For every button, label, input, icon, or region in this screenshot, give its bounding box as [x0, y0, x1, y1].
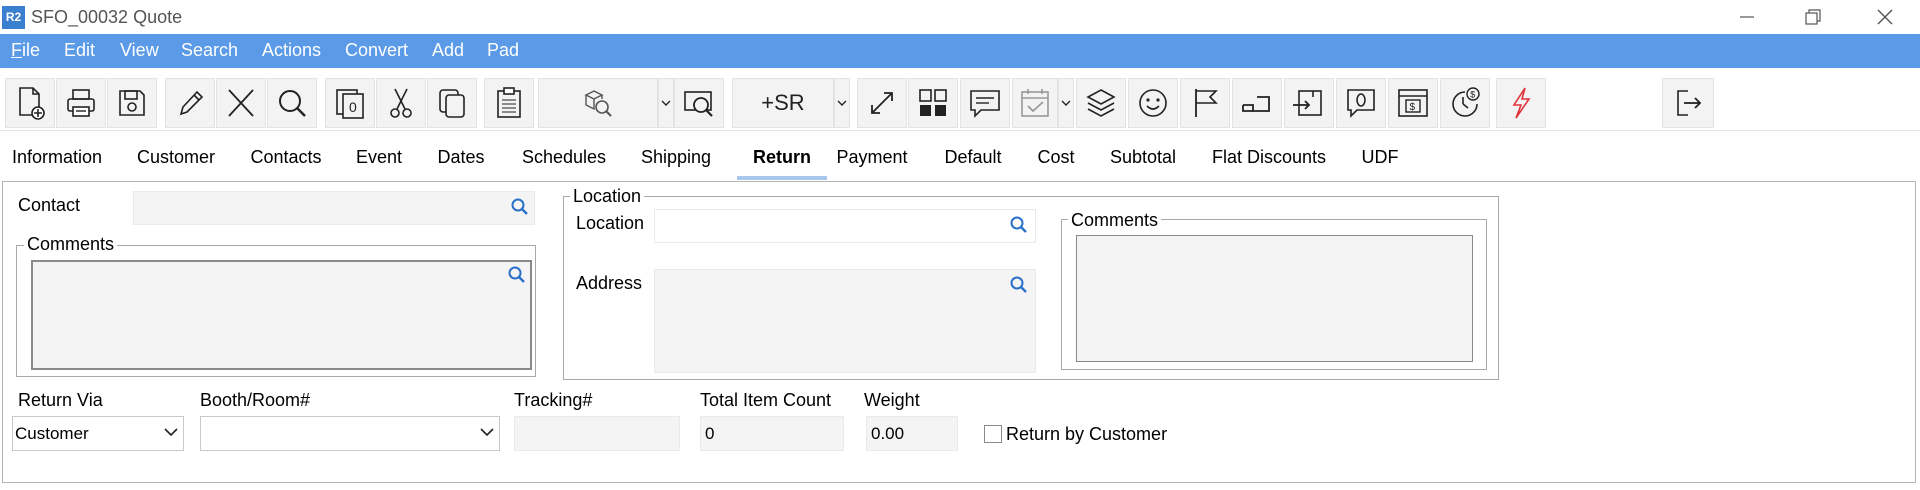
location-field[interactable] [654, 209, 1036, 243]
find-preview-icon[interactable] [674, 78, 724, 128]
tab-flat-discounts[interactable]: Flat Discounts [1206, 134, 1332, 180]
return-via-select[interactable]: Customer [12, 416, 184, 451]
booth-room-label: Booth/Room# [200, 390, 311, 410]
minimize-icon[interactable] [1732, 4, 1760, 30]
chevron-down-icon [164, 428, 178, 437]
save-icon[interactable] [107, 78, 157, 128]
return-via-label: Return Via [18, 390, 103, 410]
chat-bubble-icon[interactable] [1336, 78, 1386, 128]
flag-icon[interactable] [1180, 78, 1230, 128]
menu-pad[interactable]: Pad [487, 40, 519, 61]
chevron-down-icon[interactable] [834, 78, 850, 128]
tab-return[interactable]: Return [737, 134, 827, 180]
tracking-field[interactable] [514, 416, 680, 451]
cut-icon[interactable] [376, 78, 426, 128]
menu-search[interactable]: Search [181, 40, 238, 61]
restore-icon[interactable] [1798, 4, 1826, 30]
new-document-icon[interactable] [5, 78, 55, 128]
expand-icon[interactable] [857, 78, 907, 128]
edit-pencil-icon[interactable] [165, 78, 215, 128]
menu-convert[interactable]: Convert [345, 40, 408, 61]
comments-search-icon[interactable] [507, 265, 527, 285]
location-comments-label: Comments [1068, 210, 1162, 231]
tab-customer[interactable]: Customer [128, 134, 224, 180]
svg-text:$: $ [1410, 102, 1416, 113]
active-tab-indicator [737, 176, 827, 180]
delete-x-icon[interactable] [216, 78, 266, 128]
lightning-icon[interactable] [1496, 78, 1546, 128]
copy-to-icon[interactable]: 0 [325, 78, 375, 128]
chevron-down-icon [480, 428, 494, 437]
tracking-label: Tracking# [514, 390, 593, 410]
weight-label: Weight [864, 390, 920, 410]
svg-text:$: $ [1470, 90, 1475, 100]
total-item-count-field: 0 [700, 416, 844, 451]
search-icon[interactable] [267, 78, 317, 128]
tab-subtotal[interactable]: Subtotal [1102, 134, 1184, 180]
tab-udf[interactable]: UDF [1352, 134, 1408, 180]
chevron-down-icon[interactable] [1058, 78, 1074, 128]
timer-money-icon[interactable]: $ [1440, 78, 1490, 128]
menu-bar: File Edit View Search Actions Convert Ad… [0, 34, 1920, 68]
grid-icon[interactable] [908, 78, 958, 128]
contact-search-icon[interactable] [510, 197, 530, 217]
location-search-icon[interactable] [1009, 215, 1029, 235]
import-box-icon[interactable] [1284, 78, 1334, 128]
layers-icon[interactable] [1076, 78, 1126, 128]
tab-shipping[interactable]: Shipping [632, 134, 720, 180]
add-sr-icon: +SR [761, 90, 805, 115]
smiley-icon[interactable] [1128, 78, 1178, 128]
weight-field[interactable]: 0.00 [866, 416, 958, 451]
svg-text:0: 0 [349, 99, 357, 115]
menu-edit[interactable]: Edit [64, 40, 95, 61]
inventory-search-icon[interactable] [538, 78, 658, 128]
menu-add[interactable]: Add [432, 40, 464, 61]
tab-event[interactable]: Event [348, 134, 410, 180]
comments-textarea[interactable] [31, 260, 532, 370]
return-icon[interactable] [1232, 78, 1282, 128]
tab-information[interactable]: Information [8, 134, 106, 180]
location-group-label: Location [570, 186, 645, 207]
tab-payment[interactable]: Payment [830, 134, 914, 180]
tab-cost[interactable]: Cost [1030, 134, 1082, 180]
location-label: Location [576, 213, 645, 233]
invoice-icon[interactable]: $ [1388, 78, 1438, 128]
address-field[interactable] [654, 269, 1036, 373]
tab-schedules[interactable]: Schedules [514, 134, 614, 180]
title-bar: R2 SFO_00032 Quote [0, 0, 1920, 34]
tab-default[interactable]: Default [934, 134, 1012, 180]
close-icon[interactable] [1870, 4, 1898, 30]
tab-dates[interactable]: Dates [428, 134, 494, 180]
message-icon[interactable] [960, 78, 1010, 128]
menu-view[interactable]: View [120, 40, 159, 61]
print-icon[interactable] [56, 78, 106, 128]
exit-icon[interactable] [1662, 78, 1714, 128]
contact-label: Contact [18, 195, 81, 215]
duplicate-icon[interactable] [427, 78, 477, 128]
menu-file[interactable]: File [11, 40, 40, 61]
tab-contacts[interactable]: Contacts [240, 134, 332, 180]
return-by-customer-checkbox[interactable] [984, 425, 1002, 443]
return-by-customer-label: Return by Customer [1006, 424, 1168, 444]
window-title: SFO_00032 Quote [31, 7, 183, 27]
paste-clipboard-icon[interactable] [484, 78, 534, 128]
tab-bar: Information Customer Contacts Event Date… [0, 134, 1920, 182]
comments-group-label: Comments [24, 234, 118, 255]
address-search-icon[interactable] [1009, 275, 1029, 295]
booth-room-select[interactable] [200, 416, 500, 451]
chevron-down-icon[interactable] [658, 78, 674, 128]
calendar-check-icon[interactable] [1012, 78, 1058, 128]
add-sr-button[interactable]: +SR [732, 78, 834, 128]
contact-field[interactable] [133, 191, 535, 225]
app-logo: R2 [2, 6, 25, 29]
toolbar: 0 +SR $ $ [0, 68, 1920, 131]
location-comments-textarea[interactable] [1076, 235, 1473, 362]
menu-actions[interactable]: Actions [262, 40, 321, 61]
total-item-count-label: Total Item Count [700, 390, 832, 410]
address-label: Address [576, 273, 643, 293]
